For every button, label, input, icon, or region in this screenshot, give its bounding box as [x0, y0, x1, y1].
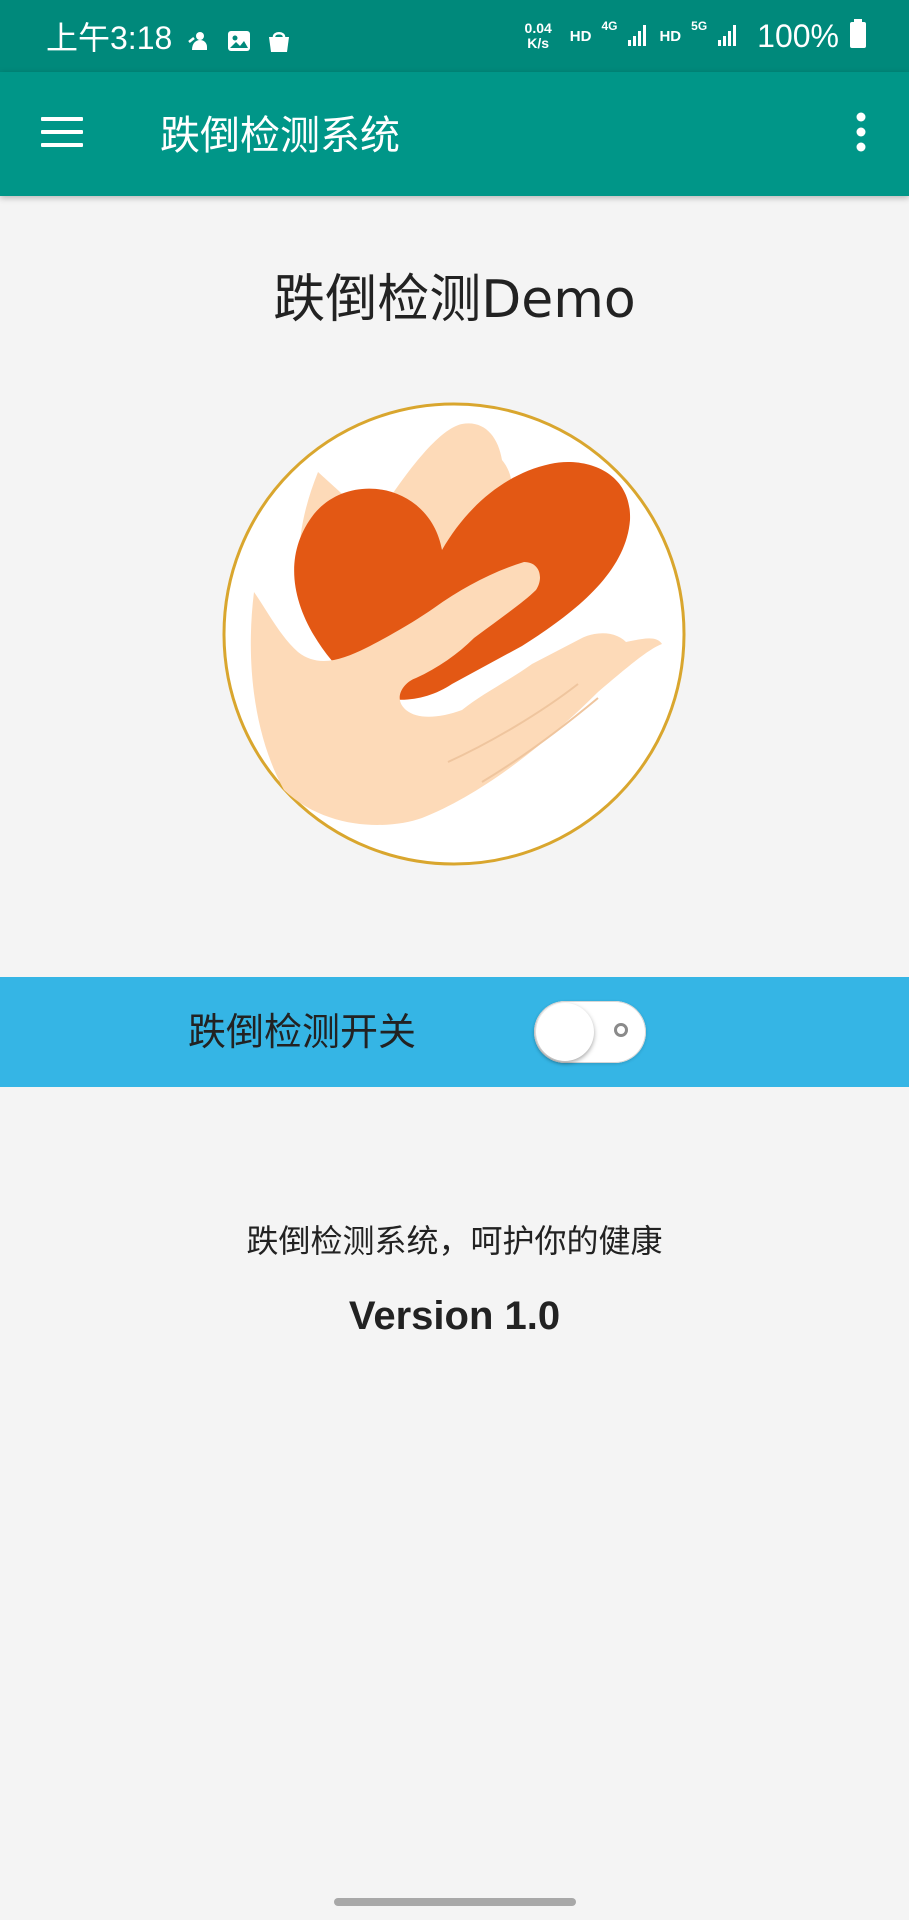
tagline: 跌倒检测系统，呵护你的健康 — [246, 1222, 663, 1260]
notification-app-icon — [186, 28, 212, 58]
status-time: 上午3:18 — [46, 20, 173, 56]
battery-percent: 100% — [757, 18, 839, 54]
hamburger-menu-icon — [41, 117, 83, 151]
signal-icon-2 — [717, 21, 739, 52]
toggle-label: 跌倒检测开关 — [188, 1010, 417, 1054]
gallery-icon — [226, 28, 252, 58]
page-title: 跌倒检测Demo — [273, 270, 636, 330]
network-type-label-2: 5G — [691, 19, 708, 33]
signal-icon — [627, 21, 649, 52]
heart-in-hand-icon — [222, 402, 686, 866]
network-speed-unit: K/s — [527, 35, 550, 51]
menu-button[interactable] — [30, 104, 94, 164]
more-vert-icon — [855, 112, 867, 156]
fall-detection-toggle-row: 跌倒检测开关 — [0, 977, 909, 1087]
app-bar: 跌倒检测系统 — [0, 72, 909, 196]
network-speed-value: 0.04 — [524, 20, 552, 36]
version-label: Version 1.0 — [348, 1294, 561, 1338]
switch-thumb — [536, 1003, 594, 1061]
status-bar: 上午3:18 0.04 K/s HD 4G HD 5G 100% — [0, 0, 909, 72]
home-indicator[interactable] — [334, 1898, 576, 1906]
overflow-menu-button[interactable] — [836, 104, 886, 164]
hd-badge: HD — [569, 27, 592, 45]
app-title: 跌倒检测系统 — [160, 113, 400, 159]
network-type-label: 4G — [601, 19, 618, 33]
network-speed: 0.04 K/s — [525, 21, 552, 51]
battery-icon — [849, 18, 867, 54]
status-system-indicators: 0.04 K/s HD 4G HD 5G 100% — [525, 18, 867, 54]
shopping-bag-icon — [266, 28, 292, 58]
switch-off-indicator-icon — [614, 1023, 628, 1037]
hd-badge-2: HD — [659, 27, 682, 45]
status-notification-icons — [186, 28, 292, 58]
fall-detection-switch[interactable] — [534, 1001, 646, 1063]
